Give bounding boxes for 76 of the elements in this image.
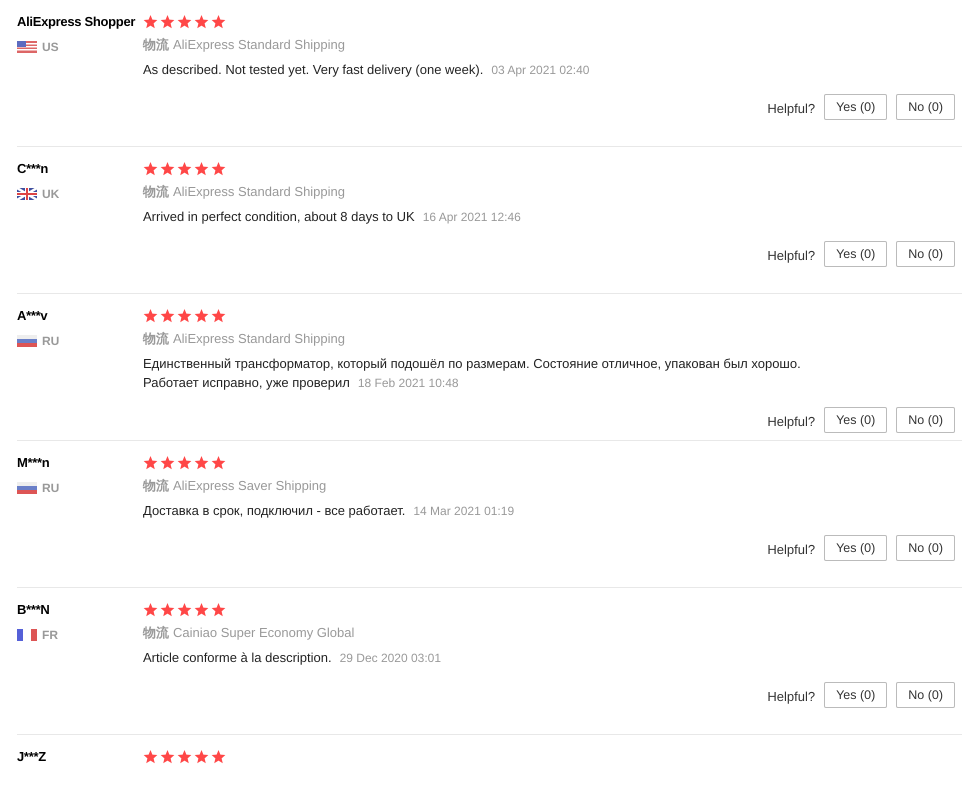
reviewer-name: B***N	[17, 601, 50, 619]
yes-button[interactable]: Yes (0)	[824, 407, 888, 433]
star-icon	[211, 456, 226, 470]
review-text: Article conforme à la description. 29 Dec 2020 03:01	[143, 649, 442, 667]
country-code: UK	[42, 186, 60, 203]
star-icon	[160, 162, 175, 176]
star-icon	[177, 309, 192, 323]
reviewer-name: AliExpress Shopper	[17, 13, 136, 31]
no-button[interactable]: No (0)	[896, 94, 955, 120]
star-icon	[177, 162, 192, 176]
shipping-label: 物流	[143, 36, 169, 54]
star-icon	[211, 603, 226, 617]
country-code: RU	[42, 333, 60, 350]
star-icon	[160, 309, 175, 323]
reviewer-name: A***v	[17, 307, 48, 325]
flag-icon	[17, 629, 37, 641]
flag-icon	[17, 482, 37, 494]
shipping-label: 物流	[143, 183, 169, 201]
yes-button[interactable]: Yes (0)	[824, 535, 888, 561]
star-icon	[194, 603, 209, 617]
review-text: Доставка в срок, подключил - все работает. 14 Mar 2021 01:19	[143, 502, 516, 520]
star-icon	[143, 750, 158, 764]
reviewer-name: M***n	[17, 454, 50, 472]
shipping-label: 物流	[143, 330, 169, 348]
star-icon	[177, 15, 192, 29]
yes-button[interactable]: Yes (0)	[824, 241, 888, 267]
star-icon	[194, 309, 209, 323]
yes-button[interactable]: Yes (0)	[824, 94, 888, 120]
star-icon	[211, 750, 226, 764]
reviewer-name: J***Z	[17, 748, 47, 766]
star-icon	[143, 15, 158, 29]
star-icon	[194, 15, 209, 29]
star-icon	[194, 750, 209, 764]
flag-icon	[17, 335, 37, 347]
no-button[interactable]: No (0)	[896, 682, 955, 708]
helpful-label: Helpful?	[767, 413, 816, 432]
shipping-label: 物流	[143, 477, 169, 495]
shipping-method: Cainiao Super Economy Global	[173, 624, 354, 642]
review-text: Arrived in perfect condition, about 8 days to UK 16 Apr 2021 12:46	[143, 208, 522, 226]
shipping-method: AliExpress Standard Shipping	[173, 183, 345, 201]
yes-button[interactable]: Yes (0)	[824, 682, 888, 708]
star-icon	[194, 456, 209, 470]
flag-icon	[17, 188, 37, 200]
star-icon	[211, 162, 226, 176]
no-button[interactable]: No (0)	[896, 535, 955, 561]
star-icon	[211, 15, 226, 29]
review-text: Единственный трансформатор, который подошёл по размерам. Состояние отличное, упакован был хорошо. Работает исправно, уже проверил 18 Feb 2021 10:48	[143, 355, 802, 392]
shipping-method: AliExpress Standard Shipping	[173, 36, 345, 54]
star-icon	[177, 750, 192, 764]
star-icon	[143, 309, 158, 323]
star-icon	[143, 456, 158, 470]
no-button[interactable]: No (0)	[896, 241, 955, 267]
star-icon	[160, 603, 175, 617]
star-icon	[143, 603, 158, 617]
helpful-label: Helpful?	[767, 247, 816, 266]
helpful-label: Helpful?	[767, 541, 816, 560]
helpful-label: Helpful?	[767, 688, 816, 706]
shipping-method: AliExpress Saver Shipping	[173, 477, 326, 495]
star-icon	[160, 15, 175, 29]
star-icon	[160, 456, 175, 470]
shipping-method: AliExpress Standard Shipping	[173, 330, 345, 348]
no-button[interactable]: No (0)	[896, 407, 955, 433]
reviewer-name: C***n	[17, 160, 50, 178]
review-text: As described. Not tested yet. Very fast delivery (one week). 03 Apr 2021 02:40	[143, 61, 590, 79]
country-code: US	[42, 39, 59, 56]
star-icon	[160, 750, 175, 764]
star-icon	[177, 603, 192, 617]
star-icon	[211, 309, 226, 323]
star-icon	[177, 456, 192, 470]
flag-icon	[17, 41, 37, 53]
star-icon	[143, 162, 158, 176]
country-code: RU	[42, 480, 60, 497]
shipping-label: 物流	[143, 624, 169, 642]
helpful-label: Helpful?	[767, 100, 816, 118]
country-code: FR	[42, 627, 58, 644]
star-icon	[194, 162, 209, 176]
